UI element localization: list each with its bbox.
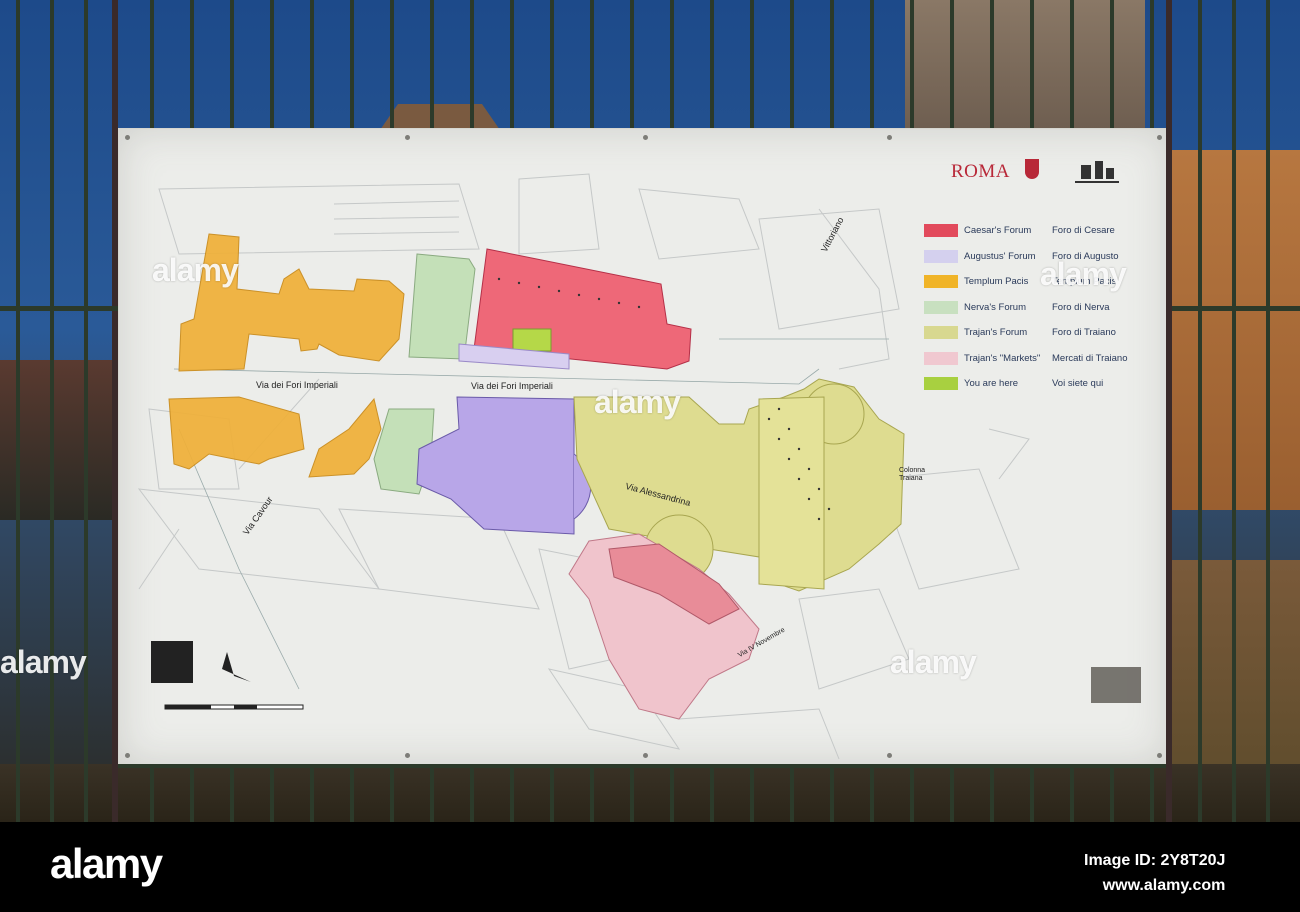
you-are-here-marker	[512, 328, 552, 352]
legend-label-it: Foro di Cesare	[1052, 225, 1115, 236]
legend-label-en: Trajan's Forum	[964, 327, 1028, 338]
sovrintendenza-logo-icon	[1075, 159, 1119, 183]
footer-logo: alamy	[50, 840, 163, 887]
label-via-fori-imperiali-left: Via dei Fori Imperiali	[256, 380, 338, 390]
ground-bottom	[0, 764, 1300, 822]
fence-rail	[0, 306, 118, 311]
fence-bar	[50, 0, 54, 822]
fence-bar	[1198, 0, 1202, 822]
label-via-fori-imperiali-mid: Via dei Fori Imperiali	[471, 381, 553, 391]
scale-bar	[164, 704, 304, 710]
legend-swatch	[924, 377, 958, 390]
sticker	[151, 641, 193, 683]
photo-background: ROMA Caesar's Forum Foro di Cesare Augustu…	[0, 0, 1300, 822]
church-dome	[905, 0, 1145, 130]
legend-swatch	[924, 249, 958, 263]
augustus-forum	[416, 343, 592, 535]
watermark: alamy	[0, 644, 87, 680]
fence-bar	[16, 0, 20, 822]
legend-swatch	[924, 300, 958, 314]
fence-bar	[1266, 0, 1270, 822]
image-id: Image ID: 2Y8T20J	[1084, 852, 1226, 869]
roma-shield-icon	[1025, 159, 1039, 179]
fence-rail	[118, 764, 1166, 768]
roof-left	[380, 104, 500, 130]
worn-patch	[1091, 667, 1141, 703]
legend-label-en: Templum Pacis	[964, 276, 1029, 287]
legend-label-en: You are here	[964, 378, 1019, 389]
legend-swatch	[924, 275, 958, 288]
legend-label-it: Mercati di Traiano	[1052, 352, 1128, 364]
watermark: alamy	[594, 384, 681, 420]
legend-label-it: Foro di Traiano	[1052, 327, 1116, 338]
label-colonna-traiana: Colonna Traiana	[899, 467, 926, 482]
site-url: www.alamy.com	[1102, 877, 1226, 894]
footer-meta: Image ID: 2Y8T20J www.alamy.com	[1084, 848, 1225, 898]
fence-bar	[84, 0, 88, 822]
legend-swatch	[924, 351, 958, 365]
trajan-markets	[568, 533, 760, 720]
legend-swatch	[924, 224, 958, 237]
legend-label-en: Trajan's "Markets"	[964, 352, 1041, 364]
legend-label-en: Augustus' Forum	[964, 250, 1036, 262]
fence-post	[1166, 0, 1172, 822]
watermark: alamy	[890, 644, 977, 680]
fence-post	[112, 0, 118, 822]
legend-swatch	[924, 326, 958, 339]
legend-label-it: Foro di Nerva	[1052, 301, 1110, 313]
watermark: alamy	[152, 252, 239, 288]
legend-label-en: Nerva's Forum	[964, 301, 1026, 313]
roma-brand: ROMA	[951, 161, 1011, 182]
fence-rail	[1172, 306, 1300, 311]
fence-bar	[1232, 0, 1236, 822]
legend-label-en: Caesar's Forum	[964, 225, 1032, 236]
watermark: alamy	[1040, 256, 1127, 292]
legend-label-it: Voi siete qui	[1052, 378, 1104, 389]
map-sign: ROMA Caesar's Forum Foro di Cesare Augustu…	[118, 128, 1170, 766]
north-arrow-icon	[222, 652, 251, 682]
